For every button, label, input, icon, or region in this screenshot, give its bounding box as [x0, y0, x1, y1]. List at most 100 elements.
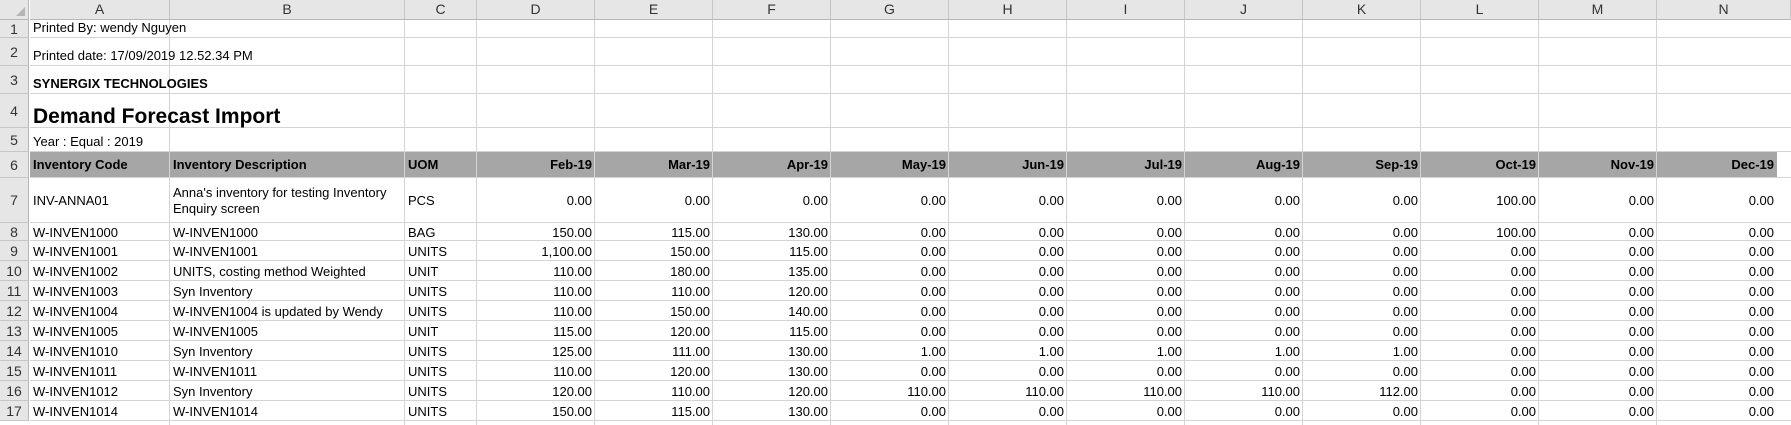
table-cell[interactable]: UNITS	[408, 361, 474, 381]
table-cell[interactable]: 0.00	[1542, 223, 1654, 241]
table-cell[interactable]: W-INVEN1004	[33, 301, 167, 321]
table-cell[interactable]: 0.00	[480, 178, 592, 223]
table-cell[interactable]: 0.00	[1070, 178, 1182, 223]
table-cell[interactable]: 0.00	[1660, 341, 1774, 361]
row-header-8[interactable]: 8	[0, 223, 29, 241]
column-header-e[interactable]: E	[595, 0, 713, 20]
table-cell[interactable]: 100.00	[1424, 223, 1536, 241]
table-cell[interactable]: 1.00	[1188, 341, 1300, 361]
table-cell[interactable]: 140.00	[716, 301, 828, 321]
column-header-k[interactable]: K	[1303, 0, 1421, 20]
table-cell[interactable]: 180.00	[598, 261, 710, 281]
table-cell[interactable]: 110.00	[480, 301, 592, 321]
table-header-8[interactable]: Jul-19	[1070, 152, 1182, 178]
table-cell[interactable]: Syn Inventory	[173, 381, 402, 401]
table-cell[interactable]: 0.00	[952, 178, 1064, 223]
table-cell[interactable]: 0.00	[1660, 223, 1774, 241]
row-header-12[interactable]: 12	[0, 301, 29, 321]
table-cell[interactable]: 0.00	[952, 301, 1064, 321]
table-cell[interactable]: 0.00	[1070, 223, 1182, 241]
table-cell[interactable]: 0.00	[1660, 178, 1774, 223]
table-cell[interactable]: 130.00	[716, 361, 828, 381]
table-cell[interactable]: 0.00	[1424, 281, 1536, 301]
table-cell[interactable]: 0.00	[1188, 223, 1300, 241]
column-header-j[interactable]: J	[1185, 0, 1303, 20]
table-cell[interactable]: 110.00	[1070, 381, 1182, 401]
table-cell[interactable]: 150.00	[598, 301, 710, 321]
table-cell[interactable]: 1.00	[952, 341, 1064, 361]
column-header-n[interactable]: N	[1657, 0, 1791, 20]
column-header-f[interactable]: F	[713, 0, 831, 20]
table-cell[interactable]: 110.00	[480, 261, 592, 281]
printed-date-cell[interactable]: Printed date: 17/09/2019 12.52.34 PM	[33, 38, 253, 66]
table-cell[interactable]: 0.00	[952, 281, 1064, 301]
table-cell[interactable]: 0.00	[834, 241, 946, 261]
table-cell[interactable]: 125.00	[480, 341, 592, 361]
table-cell[interactable]: 0.00	[1542, 261, 1654, 281]
table-cell[interactable]: 1,100.00	[480, 241, 592, 261]
table-cell[interactable]: 0.00	[1660, 401, 1774, 421]
row-header-16[interactable]: 16	[0, 381, 29, 401]
table-cell[interactable]: 0.00	[834, 401, 946, 421]
table-cell[interactable]: W-INVEN1012	[33, 381, 167, 401]
table-cell[interactable]: 115.00	[598, 401, 710, 421]
table-cell[interactable]: 110.00	[480, 361, 592, 381]
column-header-d[interactable]: D	[477, 0, 595, 20]
table-cell[interactable]: 120.00	[598, 321, 710, 341]
table-cell[interactable]: UNIT	[408, 261, 474, 281]
table-cell[interactable]: 0.00	[1424, 401, 1536, 421]
printed-by-cell[interactable]: Printed By: wendy Nguyen	[33, 20, 186, 38]
table-header-13[interactable]: Dec-19	[1660, 152, 1774, 178]
table-cell[interactable]: UNITS	[408, 341, 474, 361]
table-cell[interactable]: 0.00	[834, 301, 946, 321]
table-cell[interactable]: 0.00	[1660, 381, 1774, 401]
table-cell[interactable]: 112.00	[1306, 381, 1418, 401]
table-cell[interactable]: INV-ANNA01	[33, 178, 167, 223]
table-cell[interactable]: 115.00	[480, 321, 592, 341]
table-cell[interactable]: 0.00	[1424, 341, 1536, 361]
row-header-11[interactable]: 11	[0, 281, 29, 301]
table-cell[interactable]: 0.00	[1188, 321, 1300, 341]
table-cell[interactable]: 0.00	[1542, 281, 1654, 301]
table-cell[interactable]: 0.00	[1070, 321, 1182, 341]
table-cell[interactable]: 115.00	[716, 321, 828, 341]
table-cell[interactable]: 0.00	[834, 361, 946, 381]
table-cell[interactable]: 120.00	[716, 281, 828, 301]
table-cell[interactable]: 0.00	[1306, 281, 1418, 301]
table-cell[interactable]: 0.00	[1660, 281, 1774, 301]
table-cell[interactable]: 0.00	[1424, 261, 1536, 281]
table-header-0[interactable]: Inventory Code	[33, 152, 167, 178]
table-cell[interactable]: 1.00	[834, 341, 946, 361]
row-header-17[interactable]: 17	[0, 401, 29, 421]
table-cell[interactable]: 0.00	[1306, 321, 1418, 341]
table-cell[interactable]: W-INVEN1000	[33, 223, 167, 241]
table-cell[interactable]: 0.00	[1070, 281, 1182, 301]
row-header-15[interactable]: 15	[0, 361, 29, 381]
table-cell[interactable]: W-INVEN1001	[33, 241, 167, 261]
report-title-cell[interactable]: Demand Forecast Import	[33, 94, 280, 128]
table-cell[interactable]: W-INVEN1011	[33, 361, 167, 381]
table-cell[interactable]: UNITS	[408, 381, 474, 401]
table-header-9[interactable]: Aug-19	[1188, 152, 1300, 178]
table-header-3[interactable]: Feb-19	[480, 152, 592, 178]
table-cell[interactable]: 0.00	[834, 321, 946, 341]
row-header-13[interactable]: 13	[0, 321, 29, 341]
table-cell[interactable]: 115.00	[598, 223, 710, 241]
table-cell[interactable]: W-INVEN1001	[173, 241, 402, 261]
table-cell[interactable]: 0.00	[1188, 301, 1300, 321]
table-cell[interactable]: 0.00	[1070, 301, 1182, 321]
table-header-6[interactable]: May-19	[834, 152, 946, 178]
table-cell[interactable]: 130.00	[716, 401, 828, 421]
table-cell[interactable]: 0.00	[952, 261, 1064, 281]
table-cell[interactable]: 0.00	[834, 261, 946, 281]
table-cell[interactable]: 0.00	[1542, 341, 1654, 361]
table-cell[interactable]: PCS	[408, 178, 474, 223]
table-cell[interactable]: 110.00	[598, 281, 710, 301]
table-cell[interactable]: 0.00	[1306, 401, 1418, 421]
table-header-4[interactable]: Mar-19	[598, 152, 710, 178]
column-header-l[interactable]: L	[1421, 0, 1539, 20]
table-cell[interactable]: 0.00	[1660, 241, 1774, 261]
table-cell[interactable]: 0.00	[834, 223, 946, 241]
table-cell[interactable]: 0.00	[598, 178, 710, 223]
table-cell[interactable]: W-INVEN1014	[173, 401, 402, 421]
